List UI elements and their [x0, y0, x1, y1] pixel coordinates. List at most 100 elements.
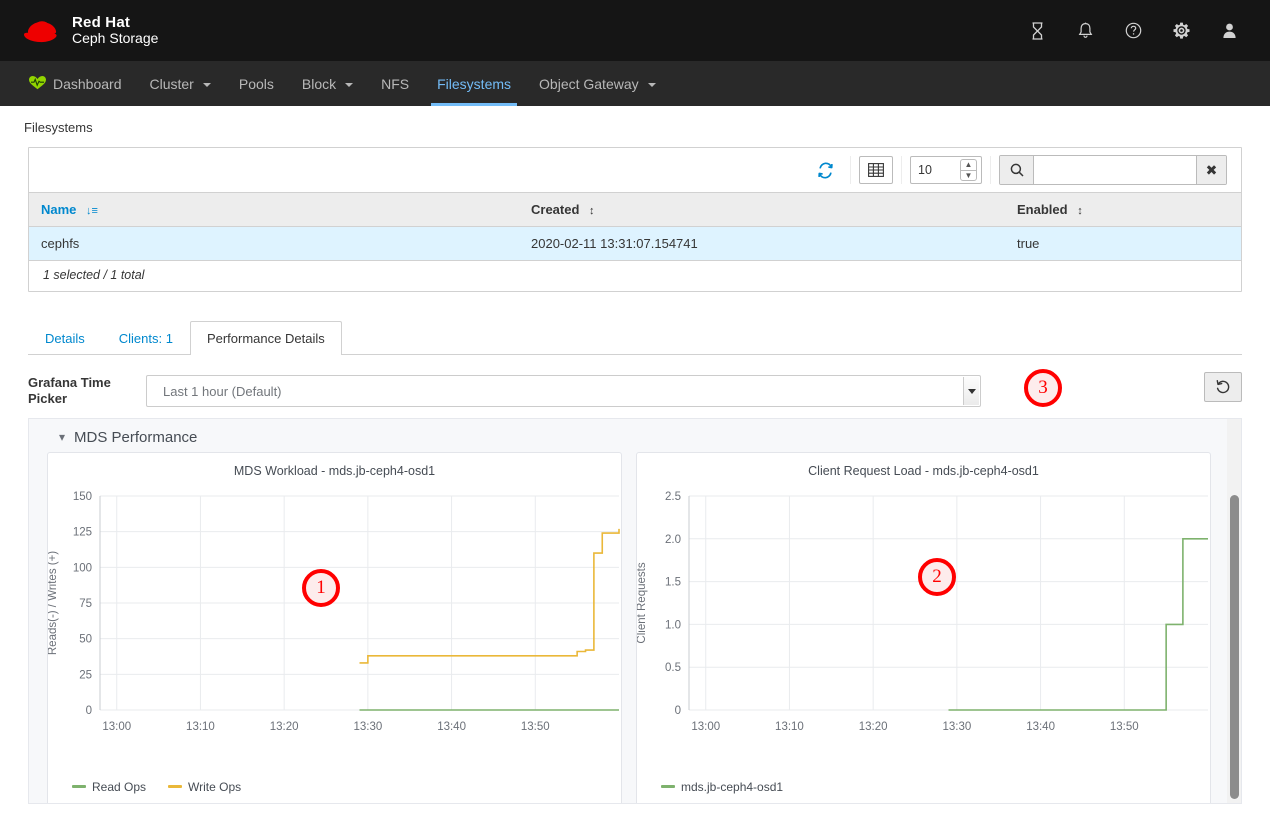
- nav-item-object-gateway[interactable]: Object Gateway: [525, 61, 670, 106]
- legend-item-mds[interactable]: mds.jb-ceph4-osd1: [661, 780, 783, 794]
- dashboard-scrollbar-thumb[interactable]: [1230, 494, 1239, 799]
- column-toggle-button[interactable]: [859, 156, 893, 184]
- tab-performance-details[interactable]: Performance Details: [189, 321, 342, 355]
- svg-text:50: 50: [79, 633, 92, 645]
- nav-label: Cluster: [149, 75, 194, 92]
- page-size-stepper[interactable]: 10 ▲ ▼: [910, 156, 982, 184]
- stepper-up-icon[interactable]: ▲: [960, 159, 977, 170]
- panel-mds-workload: MDS Workload - mds.jb-ceph4-osd1 0 25 50 75…: [47, 451, 622, 803]
- cell-created: 2020-02-11 13:31:07.154741: [519, 226, 1005, 261]
- legend-label: Write Ops: [188, 779, 242, 794]
- nav-label: Dashboard: [53, 75, 122, 92]
- clear-search-icon[interactable]: ✖: [1196, 156, 1226, 184]
- nav-item-nfs[interactable]: NFS: [367, 61, 423, 106]
- table-header-row: Name ↓≡ Created ↕ Enabled ↕: [29, 192, 1241, 227]
- ceph-heart-icon: [28, 75, 47, 93]
- grafana-time-picker-value: Last 1 hour (Default): [163, 383, 282, 399]
- legend-label: mds.jb-ceph4-osd1: [681, 779, 784, 794]
- annotation-label: 3: [1038, 377, 1048, 398]
- red-hat-logo-icon: [18, 18, 62, 44]
- search-icon: [1000, 156, 1034, 184]
- column-header-created[interactable]: Created ↕: [519, 192, 1005, 227]
- nav-item-filesystems[interactable]: Filesystems: [423, 61, 525, 106]
- nav-label: Block: [301, 75, 337, 92]
- tasks-icon[interactable]: [1028, 21, 1046, 41]
- svg-text:0: 0: [675, 705, 681, 717]
- reset-settings-button[interactable]: [1204, 372, 1242, 402]
- legend-swatch: [168, 785, 183, 788]
- stepper-arrows: ▲ ▼: [960, 159, 977, 181]
- svg-text:25: 25: [79, 669, 92, 681]
- chart-legend: mds.jb-ceph4-osd1: [661, 780, 783, 794]
- table-row[interactable]: cephfs 2020-02-11 13:31:07.154741 true: [29, 226, 1241, 261]
- svg-text:13:10: 13:10: [775, 721, 804, 733]
- brand-line-2: Ceph Storage: [72, 30, 159, 47]
- svg-text:13:40: 13:40: [437, 721, 466, 733]
- table-toolbar: 10 ▲ ▼ ✖: [29, 148, 1241, 192]
- tab-clients[interactable]: Clients: 1: [102, 321, 190, 355]
- sort-icon: ↕: [1077, 205, 1083, 217]
- nav-item-cluster[interactable]: Cluster: [136, 61, 225, 106]
- chevron-down-icon: [345, 82, 354, 87]
- search-input[interactable]: [1034, 156, 1196, 184]
- nav-label: Pools: [238, 75, 274, 92]
- svg-text:0: 0: [86, 705, 92, 717]
- svg-text:13:50: 13:50: [1110, 721, 1139, 733]
- stepper-down-icon[interactable]: ▼: [960, 170, 977, 181]
- svg-text:75: 75: [79, 598, 92, 610]
- user-icon[interactable]: [1220, 21, 1238, 41]
- svg-text:13:00: 13:00: [102, 721, 131, 733]
- column-label: Name: [41, 202, 77, 217]
- annotation-label: 1: [316, 577, 326, 598]
- page-size-value: 10: [918, 163, 932, 177]
- svg-text:1.0: 1.0: [665, 619, 681, 631]
- nav-item-pools[interactable]: Pools: [225, 61, 288, 106]
- dashboard-scrollbar-track[interactable]: [1227, 418, 1241, 803]
- section-header-mds-performance[interactable]: ▾ MDS Performance: [29, 419, 1241, 452]
- chevron-down-icon: [963, 377, 979, 406]
- tab-details[interactable]: Details: [28, 321, 102, 355]
- toolbar-divider: [850, 156, 851, 184]
- breadcrumb: Filesystems: [24, 120, 93, 135]
- svg-text:125: 125: [73, 526, 92, 538]
- chevron-down-icon: [202, 82, 211, 87]
- svg-text:13:50: 13:50: [521, 721, 550, 733]
- column-label: Enabled: [1017, 202, 1068, 217]
- svg-text:13:30: 13:30: [353, 721, 382, 733]
- nav-item-dashboard[interactable]: Dashboard: [14, 61, 136, 106]
- column-header-enabled[interactable]: Enabled ↕: [1005, 192, 1241, 227]
- brand-line-1: Red Hat: [72, 14, 131, 32]
- help-icon[interactable]: [1124, 21, 1142, 41]
- svg-text:100: 100: [73, 562, 92, 574]
- legend-swatch: [661, 785, 675, 788]
- cell-enabled: true: [1005, 226, 1241, 261]
- svg-text:13:20: 13:20: [859, 721, 888, 733]
- chart-client-request-load[interactable]: 0 0.5 1.0 1.5 2.0 2.5 13:00 13:10 13:20 13:30 13:4…: [637, 478, 1210, 788]
- column-header-name[interactable]: Name ↓≡: [29, 192, 519, 227]
- top-bar: Red Hat Ceph Storage: [0, 0, 1270, 61]
- annotation-marker-2: 2: [918, 558, 956, 596]
- mds-performance-dashboard: ▾ MDS Performance MDS Workload - mds.jb-…: [28, 417, 1242, 804]
- annotation-marker-1: 1: [302, 569, 340, 607]
- legend-item-read-ops[interactable]: Read Ops: [72, 780, 146, 794]
- svg-text:13:30: 13:30: [942, 721, 971, 733]
- nav-item-block[interactable]: Block: [288, 61, 367, 106]
- legend-item-write-ops[interactable]: Write Ops: [168, 780, 241, 794]
- sort-asc-icon: ↓≡: [86, 205, 98, 217]
- chart-mds-workload[interactable]: 0 25 50 75 100 125 150 13:00 13:10 13:20 13:30 13:4…: [48, 478, 621, 788]
- brand-text: Red Hat Ceph Storage: [72, 15, 158, 45]
- grafana-time-picker-select[interactable]: Last 1 hour (Default): [146, 375, 981, 408]
- svg-text:2.5: 2.5: [665, 491, 681, 503]
- grafana-time-picker-row: Grafana Time Picker Last 1 hour (Default…: [0, 355, 1270, 408]
- svg-text:13:20: 13:20: [270, 721, 299, 733]
- main-navigation: Dashboard Cluster Pools Block NFS Filesy…: [0, 61, 1270, 106]
- toolbar-divider-3: [990, 156, 991, 184]
- notifications-bell-icon[interactable]: [1076, 21, 1094, 41]
- detail-tabs: Details Clients: 1 Performance Details: [28, 320, 1270, 355]
- refresh-button[interactable]: [808, 156, 842, 184]
- cell-name: cephfs: [29, 226, 519, 261]
- column-label: Created: [531, 202, 580, 217]
- gear-icon[interactable]: [1172, 21, 1190, 41]
- svg-text:13:10: 13:10: [186, 721, 215, 733]
- brand-logo[interactable]: Red Hat Ceph Storage: [18, 15, 158, 45]
